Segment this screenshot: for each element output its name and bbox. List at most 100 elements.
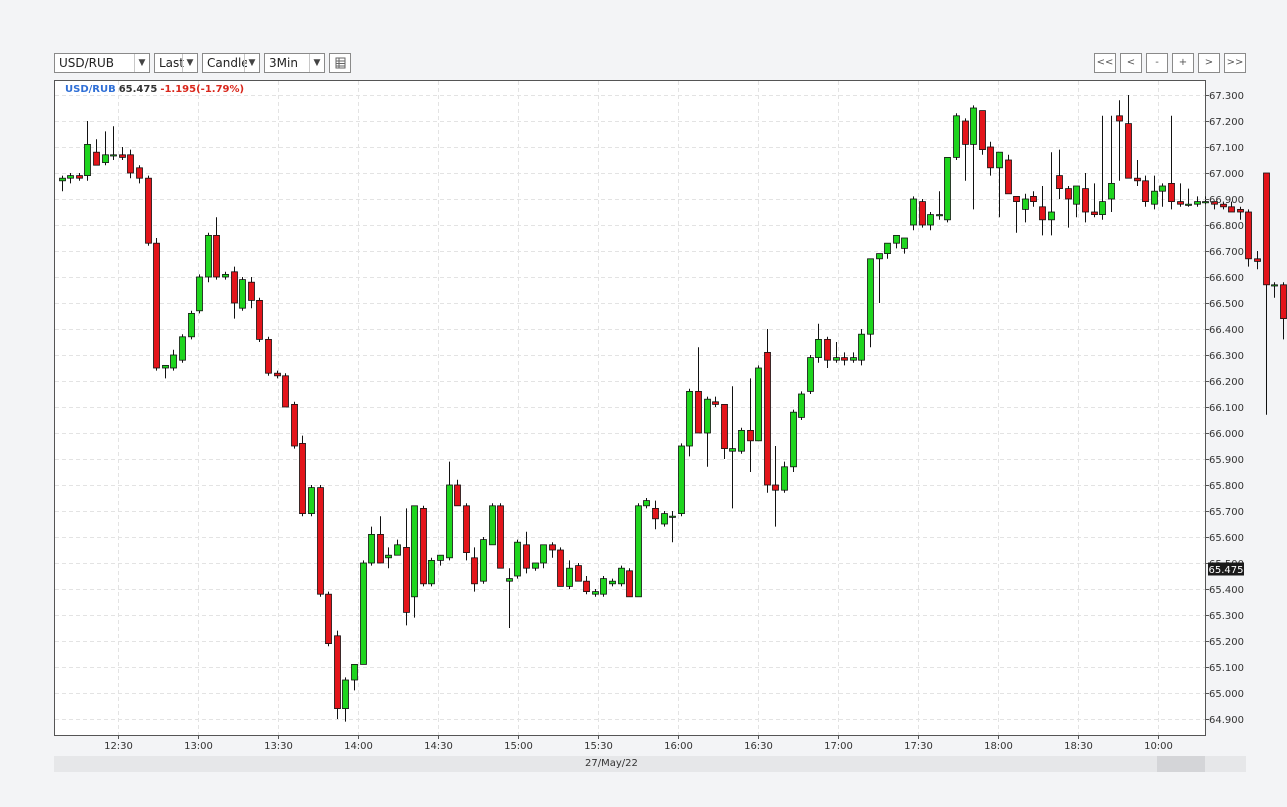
candle-body[interactable] [1185, 203, 1192, 206]
candle-body[interactable] [1056, 175, 1063, 190]
candle-body[interactable] [411, 505, 418, 598]
candle-body[interactable] [188, 312, 195, 338]
candle-body[interactable] [360, 562, 367, 665]
candle-body[interactable] [162, 364, 169, 369]
candle-body[interactable] [403, 547, 410, 613]
candle-body[interactable] [893, 234, 900, 244]
candle-body[interactable] [213, 234, 220, 278]
candle-body[interactable] [609, 580, 616, 585]
candle-body[interactable] [738, 429, 745, 452]
candle-body[interactable] [282, 375, 289, 408]
candle-body[interactable] [428, 560, 435, 585]
candle-body[interactable] [1280, 284, 1287, 319]
scrollbar-thumb[interactable] [1157, 756, 1205, 772]
candle-body[interactable] [394, 544, 401, 556]
candle-body[interactable] [127, 154, 134, 174]
candle-body[interactable] [1237, 208, 1244, 213]
candle-body[interactable] [1013, 195, 1020, 202]
candle-body[interactable] [368, 534, 375, 564]
candle-body[interactable] [936, 214, 943, 217]
candle-body[interactable] [377, 534, 384, 564]
candle-body[interactable] [334, 635, 341, 709]
candle-body[interactable] [643, 500, 650, 507]
candle-body[interactable] [549, 544, 556, 551]
candle-body[interactable] [179, 336, 186, 361]
candle-body[interactable] [618, 567, 625, 585]
candle-body[interactable] [1142, 180, 1149, 203]
candle-body[interactable] [1065, 188, 1072, 200]
candle-body[interactable] [523, 544, 530, 569]
candle-body[interactable] [764, 351, 771, 486]
candle-body[interactable] [540, 544, 547, 564]
candlestick-chart[interactable]: 64.90065.00065.10065.20065.30065.40065.5… [0, 0, 1287, 807]
candle-body[interactable] [867, 258, 874, 335]
candle-body[interactable] [351, 664, 358, 681]
candle-body[interactable] [1005, 159, 1012, 195]
candle-body[interactable] [205, 234, 212, 278]
candle-body[interactable] [772, 484, 779, 491]
candle-body[interactable] [755, 367, 762, 442]
candle-body[interactable] [592, 591, 599, 595]
candle-body[interactable] [686, 390, 693, 447]
candle-body[interactable] [927, 214, 934, 226]
candle-body[interactable] [944, 156, 951, 221]
candle-body[interactable] [626, 570, 633, 598]
candle-body[interactable] [497, 505, 504, 569]
candle-body[interactable] [1263, 172, 1270, 286]
candle-body[interactable] [231, 271, 238, 304]
candle-body[interactable] [704, 398, 711, 434]
candle-body[interactable] [557, 549, 564, 587]
candle-body[interactable] [850, 357, 857, 361]
candle-body[interactable] [979, 110, 986, 150]
candle-body[interactable] [970, 107, 977, 145]
candle-body[interactable] [1030, 195, 1037, 202]
candle-body[interactable] [583, 580, 590, 593]
candle-body[interactable] [858, 333, 865, 361]
candle-body[interactable] [420, 507, 427, 585]
candle-body[interactable] [489, 505, 496, 546]
candle-body[interactable] [747, 429, 754, 442]
candle-body[interactable] [446, 484, 453, 559]
candle-body[interactable] [248, 281, 255, 301]
candle-body[interactable] [1125, 123, 1132, 179]
candle-body[interactable] [798, 393, 805, 418]
candle-body[interactable] [1194, 201, 1201, 205]
candle-body[interactable] [790, 411, 797, 468]
candle-body[interactable] [1228, 206, 1235, 213]
candle-body[interactable] [1048, 211, 1055, 221]
candle-body[interactable] [308, 487, 315, 515]
time-scrollbar[interactable] [54, 756, 1246, 772]
candle-body[interactable] [1134, 177, 1141, 182]
candle-body[interactable] [437, 554, 444, 561]
candle-body[interactable] [712, 401, 719, 405]
candle-body[interactable] [385, 554, 392, 559]
candle-body[interactable] [635, 505, 642, 598]
candle-body[interactable] [824, 338, 831, 361]
candle-body[interactable] [67, 175, 74, 179]
candle-body[interactable] [256, 299, 263, 340]
candle-body[interactable] [196, 276, 203, 312]
candle-body[interactable] [265, 338, 272, 374]
candle-body[interactable] [678, 445, 685, 514]
candle-body[interactable] [1082, 188, 1089, 213]
candle-body[interactable] [84, 143, 91, 176]
candle-body[interactable] [919, 201, 926, 226]
candle-body[interactable] [480, 539, 487, 582]
candle-body[interactable] [996, 151, 1003, 169]
candle-body[interactable] [901, 237, 908, 249]
candle-body[interactable] [102, 154, 109, 164]
candle-body[interactable] [807, 357, 814, 392]
candle-body[interactable] [153, 242, 160, 369]
candle-body[interactable] [59, 177, 66, 182]
candle-body[interactable] [1022, 198, 1029, 210]
candle-body[interactable] [170, 354, 177, 369]
candle-body[interactable] [695, 390, 702, 434]
candle-body[interactable] [884, 242, 891, 254]
candle-body[interactable] [342, 679, 349, 710]
candle-body[interactable] [1245, 211, 1252, 260]
candle-body[interactable] [1091, 211, 1098, 215]
candle-body[interactable] [532, 562, 539, 569]
candle-body[interactable] [274, 372, 281, 377]
candle-body[interactable] [833, 357, 840, 361]
candle-body[interactable] [1073, 185, 1080, 205]
